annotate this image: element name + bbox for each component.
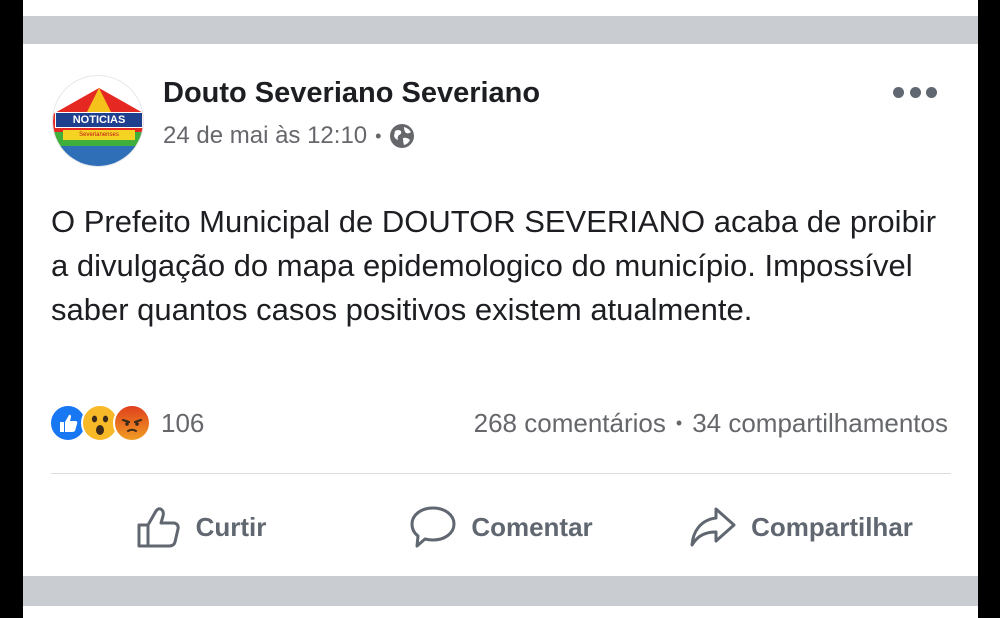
- more-dot: [893, 86, 904, 98]
- actions-divider: [51, 473, 951, 474]
- feed-separator-top: [23, 16, 978, 44]
- comment-icon: [410, 506, 456, 548]
- more-dot: [926, 86, 937, 98]
- post-text: O Prefeito Municipal de DOUTOR SEVERIANO…: [51, 204, 937, 327]
- like-button[interactable]: Curtir: [51, 496, 351, 558]
- top-gap: [23, 0, 978, 16]
- post-stats: 268 comentários • 34 compartilhamentos: [474, 404, 948, 442]
- post-actions: Curtir Comentar Compartilhar: [51, 496, 951, 558]
- screen: NOTICIAS Severianenses Douto Severiano S…: [23, 0, 978, 618]
- share-label: Compartilhar: [751, 511, 913, 542]
- thumbs-up-icon: [137, 507, 180, 548]
- comment-button[interactable]: Comentar: [351, 496, 651, 558]
- share-arrow-icon: [690, 507, 736, 547]
- avatar-text-top: NOTICIAS: [72, 114, 126, 126]
- more-dot: [909, 86, 921, 98]
- comment-label: Comentar: [471, 511, 593, 542]
- more-options-button[interactable]: [893, 82, 937, 102]
- share-count-link[interactable]: 34 compartilhamentos: [692, 408, 948, 439]
- author-name[interactable]: Douto Severiano Severiano: [163, 77, 540, 110]
- reactions-summary[interactable]: 106: [49, 404, 204, 442]
- meta-separator: •: [375, 125, 382, 146]
- post-card: NOTICIAS Severianenses Douto Severiano S…: [23, 44, 978, 576]
- comment-count-link[interactable]: 268 comentários: [474, 408, 666, 439]
- stats-separator: •: [675, 412, 683, 433]
- angry-icon: [113, 404, 151, 442]
- page-avatar[interactable]: NOTICIAS Severianenses: [52, 75, 144, 167]
- post-timestamp[interactable]: 24 de mai às 12:10: [163, 122, 367, 150]
- avatar-text-bottom: Severianenses: [79, 132, 119, 138]
- post-meta: 24 de mai às 12:10 •: [163, 122, 415, 150]
- globe-icon: [390, 124, 415, 148]
- bottom-gap: [23, 606, 978, 618]
- like-label: Curtir: [195, 511, 267, 542]
- share-button[interactable]: Compartilhar: [651, 496, 951, 558]
- reaction-count: 106: [161, 407, 205, 438]
- feed-separator-bottom: [23, 576, 978, 606]
